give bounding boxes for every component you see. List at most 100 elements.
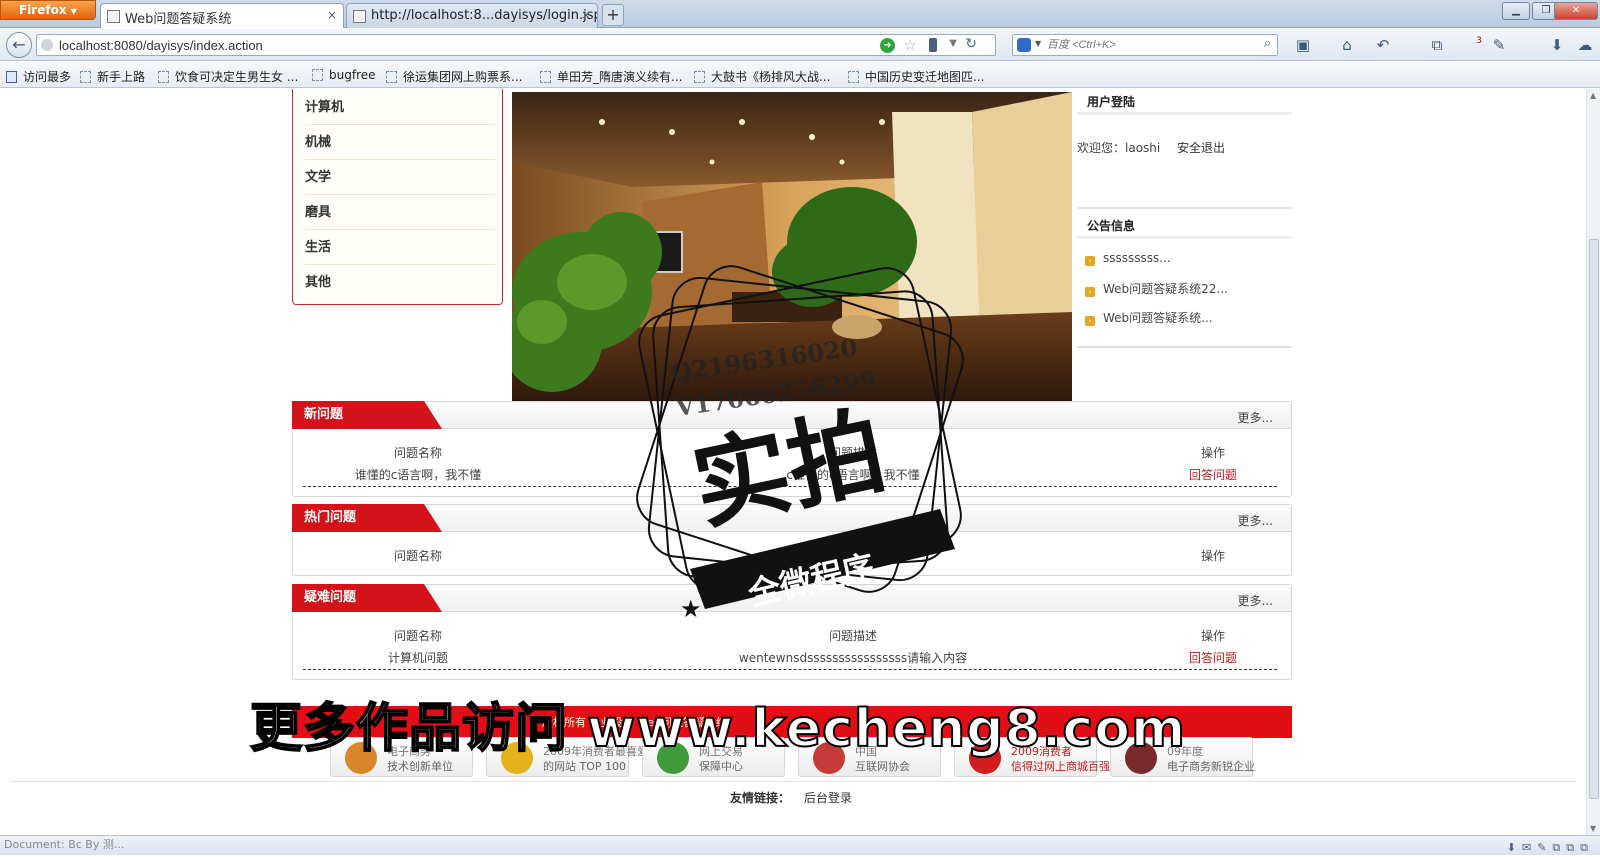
- bookmark-item[interactable]: 大鼓书《杨排风大战...: [694, 68, 830, 85]
- chevron-down-icon: ▼: [70, 7, 77, 16]
- search-icon[interactable]: ⌕: [1264, 36, 1271, 51]
- row-divider: [303, 669, 1277, 670]
- notice-item[interactable]: › sssssssss...: [1085, 251, 1171, 266]
- vertical-scrollbar[interactable]: ▲ ▼: [1586, 89, 1600, 835]
- bookmark-icon: [158, 71, 169, 83]
- arrow-bullet-icon: ›: [1085, 316, 1095, 326]
- answer-question-link[interactable]: 回答问题: [1143, 649, 1283, 666]
- home-icon[interactable]: ⌂: [1338, 36, 1356, 54]
- admin-login-link[interactable]: 后台登录: [804, 791, 852, 805]
- watermark-caption: 更多作品访问 www.kecheng8.com: [249, 698, 1187, 760]
- chat-icon[interactable]: ☁: [1576, 36, 1594, 54]
- tab-label: Web问题答疑系统: [125, 12, 232, 27]
- question-name[interactable]: 谁懂的c语言啊，我不懂: [313, 466, 523, 483]
- logout-link[interactable]: 安全退出: [1177, 139, 1225, 156]
- scroll-down-icon[interactable]: ▼: [1590, 824, 1596, 833]
- go-icon[interactable]: ➜: [880, 38, 895, 53]
- footer-divider: [10, 781, 1576, 782]
- question-desc: wentewnsdssssssssssssssss请输入内容: [738, 651, 968, 665]
- category-link[interactable]: 文学: [305, 161, 495, 195]
- addon-icon[interactable]: ✎: [1490, 36, 1508, 54]
- notice-item[interactable]: › Web问题答疑系统...: [1085, 309, 1213, 326]
- category-link[interactable]: 机械: [305, 126, 495, 160]
- page-favicon-icon: [107, 10, 120, 23]
- more-link[interactable]: 更多...: [1238, 592, 1273, 609]
- category-link[interactable]: 生活: [305, 231, 495, 265]
- status-icons: ⬇✉✎⧉⧉⧉: [1506, 841, 1594, 854]
- baidu-engine-icon[interactable]: [1017, 38, 1031, 52]
- question-desc: c谁懂的c语言啊，我不懂: [786, 468, 920, 482]
- section-header: 疑难问题 更多...: [292, 584, 1291, 612]
- bookmark-folder-icon: [6, 71, 17, 83]
- tab-label: http://localhost:8...dayisys/login.jsp: [371, 8, 598, 23]
- minimize-button[interactable]: ▁: [1502, 2, 1530, 20]
- navigation-toolbar: ← ➜ ☆ ▼ ↻ ▼ ⌕ ▣ ⌂ ↶ ⧉ 3 ✎ ⬇ ☁: [0, 29, 1600, 61]
- scroll-up-icon[interactable]: ▲: [1590, 91, 1596, 100]
- tab-strip: Firefox ▼ Web问题答疑系统 × http://localhost:8.…: [0, 0, 1600, 28]
- download-icon[interactable]: ⬇: [1548, 36, 1566, 54]
- firefox-menu-button[interactable]: Firefox ▼: [0, 0, 96, 20]
- notice-item[interactable]: › Web问题答疑系统22...: [1085, 280, 1228, 297]
- page-favicon-icon: [353, 10, 366, 23]
- bookmark-icon: [848, 71, 859, 83]
- mobile-icon[interactable]: [929, 38, 937, 52]
- section-header: 热门问题 更多...: [292, 504, 1291, 532]
- more-link[interactable]: 更多...: [1238, 512, 1273, 529]
- bookmark-icon: [540, 71, 551, 83]
- notice-panel: 公告信息 › sssssssss... › Web问题答疑系统22... › Web问…: [1077, 213, 1292, 348]
- more-link[interactable]: 更多...: [1238, 409, 1273, 426]
- site-identity-icon[interactable]: [41, 39, 53, 51]
- notice-panel-title: 公告信息: [1077, 213, 1292, 239]
- welcome-text: 欢迎您：laoshi: [1077, 141, 1161, 155]
- tab-webqa[interactable]: Web问题答疑系统 ×: [100, 3, 344, 28]
- category-link[interactable]: 其他: [305, 266, 495, 300]
- category-menu: 计算机 机械 文学 磨具 生活 其他: [292, 89, 503, 305]
- engine-dropdown-icon[interactable]: ▼: [1035, 39, 1041, 48]
- login-panel-title: 用户登陆: [1077, 89, 1292, 115]
- status-bar: Document: Bc By 测... ⬇✉✎⧉⧉⧉: [0, 835, 1600, 855]
- bookmark-item[interactable]: bugfree: [312, 68, 376, 82]
- close-tab-icon[interactable]: ×: [581, 8, 591, 22]
- hot-questions-section: 热门问题 更多... 问题名称 问题描述 操作: [292, 504, 1292, 576]
- bookmark-icon: [694, 71, 705, 83]
- notification-badge[interactable]: 3: [1470, 32, 1488, 50]
- search-input[interactable]: [1047, 37, 1247, 53]
- tab-login[interactable]: http://localhost:8...dayisys/login.jsp ×: [346, 3, 598, 28]
- bookmark-item[interactable]: 单田芳_隋唐演义续有...: [540, 68, 682, 85]
- hard-questions-section: 疑难问题 更多... 问题名称 问题描述 操作 计算机问题 wentewnsds…: [292, 584, 1292, 680]
- login-panel: 用户登陆 欢迎您：laoshi 安全退出: [1077, 89, 1292, 209]
- category-link[interactable]: 磨具: [305, 196, 495, 230]
- bookmark-star-icon[interactable]: ☆: [904, 36, 917, 54]
- search-bar[interactable]: ▼ ⌕: [1012, 34, 1278, 56]
- close-tab-icon[interactable]: ×: [327, 8, 337, 22]
- bookmark-item[interactable]: 中国历史变迁地图匹...: [848, 68, 984, 85]
- bookmarks-toolbar: 访问最多 新手上路 饮食可决定生男生女 ... bugfree 徐运集团网上购票…: [0, 62, 1600, 88]
- reload-icon[interactable]: ↻: [965, 36, 977, 52]
- bookmark-item[interactable]: 新手上路: [80, 68, 145, 85]
- bookmark-icon: [386, 71, 397, 83]
- close-window-button[interactable]: ✕: [1554, 2, 1598, 20]
- crop-icon[interactable]: ⧉: [1428, 36, 1446, 54]
- category-link[interactable]: 计算机: [305, 91, 495, 125]
- question-name[interactable]: 计算机问题: [313, 649, 523, 666]
- scrollbar-thumb[interactable]: [1589, 239, 1599, 799]
- bookmarks-menu-icon[interactable]: ▣: [1294, 36, 1312, 54]
- new-tab-button[interactable]: +: [602, 4, 624, 26]
- bookmark-item[interactable]: 访问最多: [6, 68, 71, 85]
- history-dropdown-icon[interactable]: ▼: [949, 38, 957, 49]
- new-questions-section: 新问题 更多... 问题名称 问题描述 操作 谁懂的c语言啊，我不懂 c谁懂的c…: [292, 401, 1292, 497]
- undo-icon[interactable]: ↶: [1374, 36, 1392, 54]
- friend-links: 友情链接： 后台登录: [730, 789, 852, 806]
- section-title: 疑难问题: [292, 584, 442, 612]
- url-bar[interactable]: ➜ ☆ ▼ ↻: [36, 34, 996, 56]
- url-input[interactable]: [59, 37, 859, 53]
- bookmark-item[interactable]: 饮食可决定生男生女 ...: [158, 68, 298, 85]
- answer-question-link[interactable]: 回答问题: [1143, 466, 1283, 483]
- back-button[interactable]: ←: [6, 32, 32, 58]
- section-title: 热门问题: [292, 504, 442, 532]
- bookmark-item[interactable]: 徐运集团网上购票系...: [386, 68, 522, 85]
- arrow-bullet-icon: ›: [1085, 256, 1095, 266]
- section-header: 新问题 更多...: [292, 401, 1291, 429]
- lobby-photo-image: [512, 92, 1072, 402]
- section-title: 新问题: [292, 401, 442, 429]
